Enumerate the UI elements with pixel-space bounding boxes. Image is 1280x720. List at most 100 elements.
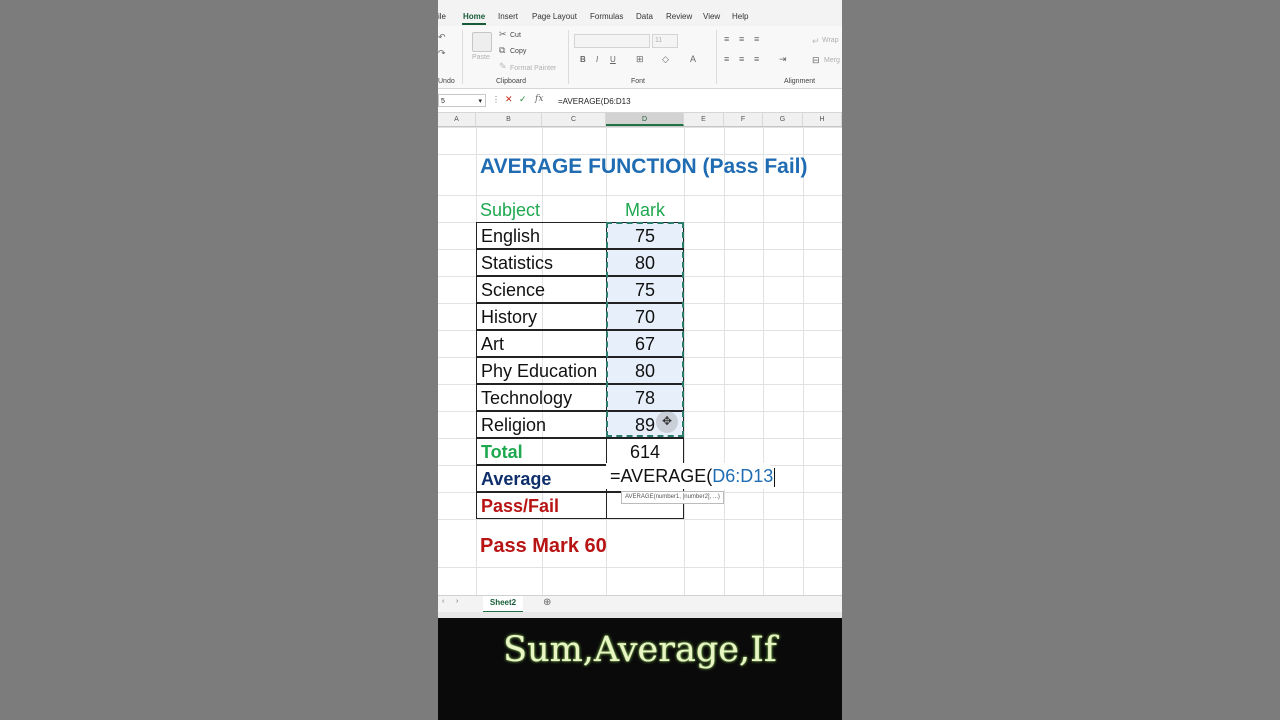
total-label[interactable]: Total [476,438,607,465]
formula-bar: 5 ▾ ⋮ ✕ ✓ fx =AVERAGE(D6:D13 [438,90,842,113]
copy-icon: ⧉ [499,45,506,55]
align-center-icon[interactable]: ≡ [739,54,744,64]
fill-color-icon[interactable]: ◇ [662,54,669,65]
average-label[interactable]: Average [476,465,607,492]
column-header-c[interactable]: C [542,113,606,126]
subject-cell[interactable]: Art [476,330,607,357]
table-row: History 70 [476,303,684,330]
sheet-title: AVERAGE FUNCTION (Pass Fail) [480,155,808,178]
ribbon: ↶ ↷ Undo Paste ✂ Cut ⧉ Copy ✎ Format Pai… [438,26,842,89]
sheet-tabs-bar: ‹ › Sheet2 ⊕ [438,595,842,613]
undo-icon[interactable]: ↶ [438,32,446,43]
subject-cell[interactable]: Religion [476,411,607,438]
worksheet-grid[interactable]: AVERAGE FUNCTION (Pass Fail) Subject Mar… [438,127,842,595]
video-caption: Sum,Average,If [503,630,777,670]
column-header-b[interactable]: B [476,113,542,126]
formula-input[interactable]: =AVERAGE(D6:D13 [558,97,631,106]
divider [716,30,717,84]
mark-cell[interactable]: 80 [606,249,684,276]
mark-cell[interactable]: 75 [606,276,684,303]
subject-cell[interactable]: English [476,222,607,249]
menu-help[interactable]: Help [732,12,748,21]
divider [462,30,463,84]
copy-button[interactable]: Copy [510,48,526,55]
sheet-tab-active[interactable]: Sheet2 [483,596,523,613]
function-tooltip: AVERAGE(number1, [number2], ...) [621,491,724,504]
chevron-down-icon[interactable]: ▾ [478,95,482,108]
italic-icon[interactable]: I [596,55,598,64]
menu-home[interactable]: Home [463,12,485,21]
name-box[interactable]: 5 ▾ [438,94,486,107]
menu-bar: ile Home Insert Page Layout Formulas Dat… [438,0,842,26]
menu-file[interactable]: ile [438,12,446,21]
font-color-icon[interactable]: A [690,54,696,64]
menu-review[interactable]: Review [666,12,692,21]
borders-icon[interactable]: ⊞ [636,54,644,65]
table-row: Phy Education 80 [476,357,684,384]
indent-icon[interactable]: ⇥ [779,54,787,65]
menu-page-layout[interactable]: Page Layout [532,12,577,21]
range-reference: D6:D13 [712,466,774,486]
underline-icon[interactable]: U [610,55,616,64]
merge-button[interactable]: Merg [824,57,840,64]
subject-cell[interactable]: Science [476,276,607,303]
wrap-text-button[interactable]: Wrap [822,37,839,44]
passfail-label[interactable]: Pass/Fail [476,492,607,519]
mark-cell[interactable]: 67 [606,330,684,357]
paste-icon[interactable] [472,32,492,52]
align-bottom-icon[interactable]: ≡ [754,34,759,44]
menu-data[interactable]: Data [636,12,653,21]
more-icon[interactable]: ⋮ [492,95,500,104]
format-painter-button[interactable]: Format Painter [510,65,556,72]
excel-window: ile Home Insert Page Layout Formulas Dat… [438,0,842,720]
menu-insert[interactable]: Insert [498,12,518,21]
caption-band: Sum,Average,If [438,618,842,720]
subject-cell[interactable]: Technology [476,384,607,411]
total-value-cell[interactable]: 614 [606,438,684,465]
chevron-right-icon[interactable]: › [456,598,458,605]
name-box-value: 5 [441,98,445,105]
subject-cell[interactable]: Phy Education [476,357,607,384]
align-left-icon[interactable]: ≡ [724,54,729,64]
total-row: Total 614 [476,438,684,465]
active-tab-indicator [462,23,486,25]
column-header-e[interactable]: E [684,113,724,126]
font-name-select[interactable] [574,34,650,48]
menu-formulas[interactable]: Formulas [590,12,623,21]
align-top-icon[interactable]: ≡ [724,34,729,44]
enter-icon[interactable]: ✓ [519,94,527,105]
cell-cursor-icon: ✥ [662,414,673,428]
insert-function-icon[interactable]: fx [535,94,543,104]
mark-cell[interactable]: 75 [606,222,684,249]
pass-mark-note: Pass Mark 60 [480,535,607,557]
font-size-value: 11 [655,37,663,44]
column-header-f[interactable]: F [724,113,763,126]
paste-button[interactable]: Paste [472,54,490,61]
cut-button[interactable]: Cut [510,32,521,39]
font-size-select[interactable]: 11 [652,34,678,48]
cell-editor[interactable]: =AVERAGE(D6:D13 [606,463,776,489]
bold-icon[interactable]: B [580,55,586,64]
cancel-icon[interactable]: ✕ [505,94,513,105]
mark-cell[interactable]: 80 [606,357,684,384]
gridline [438,519,842,520]
chevron-left-icon[interactable]: ‹ [442,598,444,605]
subject-cell[interactable]: History [476,303,607,330]
subject-cell[interactable]: Statistics [476,249,607,276]
formula-prefix: =AVERAGE( [610,466,713,486]
divider [568,30,569,84]
add-sheet-icon[interactable]: ⊕ [543,597,551,608]
column-header-g[interactable]: G [763,113,803,126]
mark-cell[interactable]: 78 [606,384,684,411]
redo-icon[interactable]: ↷ [438,48,446,59]
mark-cell[interactable]: 70 [606,303,684,330]
align-right-icon[interactable]: ≡ [754,54,759,64]
group-label-clipboard: Clipboard [496,78,526,85]
align-middle-icon[interactable]: ≡ [739,34,744,44]
column-header-d[interactable]: D [606,113,684,126]
gridline [438,567,842,568]
column-header-h[interactable]: H [803,113,842,126]
menu-view[interactable]: View [703,12,720,21]
subject-header: Subject [480,200,541,220]
column-header-a[interactable]: A [438,113,476,126]
